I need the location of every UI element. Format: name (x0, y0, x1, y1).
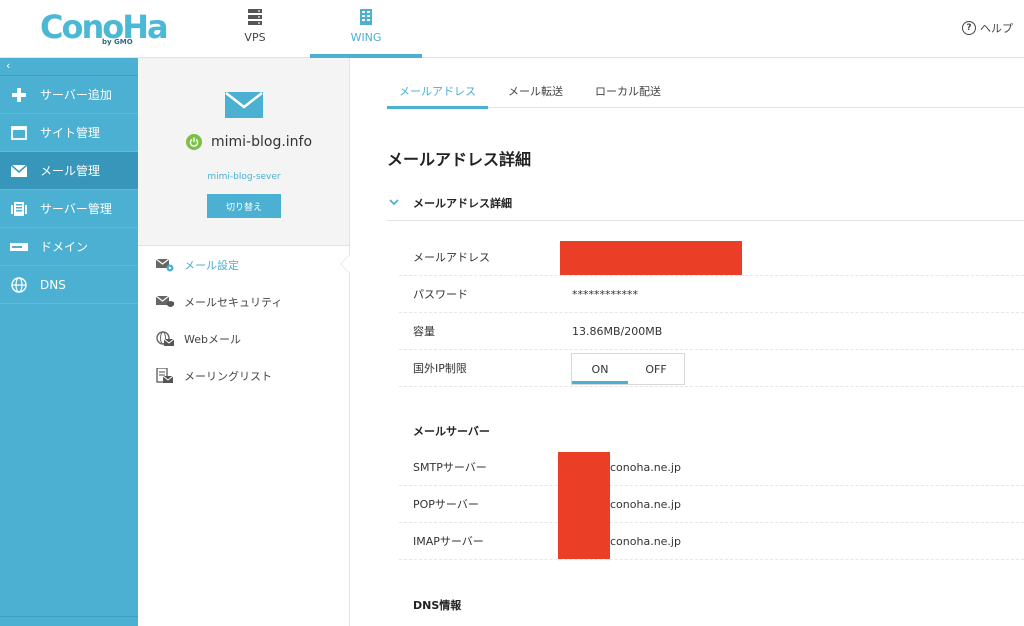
field-label: IMAPサーバー (413, 535, 484, 548)
row-foreign-ip-limit: 国外IP制限 ON OFF (399, 350, 1024, 387)
tab-mail-address[interactable]: メールアドレス (387, 74, 488, 109)
top-header: ConoHa by GMO VPS WING ? ヘルプ (0, 0, 1024, 58)
field-label: メールアドレス (413, 251, 490, 264)
tab-wing[interactable]: WING (310, 0, 422, 58)
dns-info-heading: DNS情報 (413, 599, 462, 612)
mail-settings-icon (156, 257, 174, 273)
mailing-list-icon (156, 367, 174, 384)
help-label: ヘルプ (980, 22, 1013, 35)
sidebar-item-add-server[interactable]: サーバー追加 (0, 76, 138, 114)
power-icon (186, 134, 202, 150)
toggle-off-button[interactable]: OFF (628, 354, 684, 384)
row-password: パスワード ************ (399, 276, 1024, 313)
server-info-box: mimi-blog.info mimi-blog-sever 切り替え (138, 58, 349, 246)
chevron-down-icon (387, 196, 413, 209)
redacted-block (558, 452, 610, 559)
domain-row: mimi-blog.info (186, 134, 312, 150)
envelope-icon (225, 92, 263, 118)
plus-icon (10, 87, 28, 103)
logo-sub: by GMO (102, 38, 133, 46)
row-capacity: 容量 13.86MB/200MB (399, 313, 1024, 350)
capacity-value: 13.86MB/200MB (572, 324, 663, 338)
tab-vps[interactable]: VPS (199, 0, 311, 58)
submenu-mailing-list[interactable]: メーリングリスト (138, 357, 349, 394)
question-circle-icon: ? (962, 21, 976, 35)
mail-server-heading: メールサーバー (413, 425, 490, 438)
pop-value: conoha.ne.jp (610, 497, 681, 511)
submenu-mail-security[interactable]: メールセキュリティ (138, 283, 349, 320)
conoha-logo[interactable]: ConoHa by GMO (40, 8, 169, 48)
tab-local-delivery[interactable]: ローカル配送 (583, 74, 673, 108)
row-smtp: SMTPサーバー conoha.ne.jp (399, 449, 1024, 486)
mail-submenu-panel: mimi-blog.info mimi-blog-sever 切り替え メール設… (138, 58, 350, 626)
section-toggle-mail-address-detail[interactable]: メールアドレス詳細 (387, 185, 1024, 221)
submenu-label: メーリングリスト (184, 369, 272, 383)
sidebar-item-dns[interactable]: DNS (0, 266, 138, 304)
field-label: 容量 (413, 325, 435, 338)
tab-wing-label: WING (350, 31, 382, 44)
submenu-mail-settings[interactable]: メール設定 (138, 246, 350, 283)
sidebar-item-label: サイト管理 (40, 126, 101, 140)
mail-icon (10, 163, 28, 179)
server-stack-icon (248, 9, 262, 25)
password-value: ************ (572, 287, 638, 301)
row-imap: IMAPサーバー conoha.ne.jp (399, 523, 1024, 560)
submenu-label: メール設定 (184, 258, 239, 272)
webmail-icon (156, 330, 174, 347)
sidebar-item-label: DNS (40, 277, 66, 292)
field-label: SMTPサーバー (413, 461, 487, 474)
mail-tabs: メールアドレス メール転送 ローカル配送 (387, 74, 1024, 109)
toggle-on-button[interactable]: ON (572, 354, 628, 384)
imap-value: conoha.ne.jp (610, 534, 681, 548)
sidebar-collapse-button[interactable]: ‹ (0, 58, 138, 76)
switch-button[interactable]: 切り替え (207, 194, 281, 218)
globe-icon (10, 276, 28, 293)
section-label: メールアドレス詳細 (413, 196, 512, 210)
submenu-webmail[interactable]: Webメール (138, 320, 349, 357)
tab-mail-forwarding[interactable]: メール転送 (496, 74, 575, 108)
row-pop: POPサーバー conoha.ne.jp (399, 486, 1024, 523)
row-mail-address: メールアドレス (399, 239, 1024, 276)
building-icon (360, 9, 372, 25)
sidebar-footer (0, 616, 138, 626)
sidebar-item-label: サーバー追加 (40, 88, 112, 102)
field-label: パスワード (413, 288, 468, 301)
page-title: メールアドレス詳細 (387, 150, 532, 169)
active-indicator (340, 254, 350, 274)
sidebar-item-label: サーバー管理 (40, 202, 112, 216)
sidebar-item-label: ドメイン (40, 240, 89, 254)
field-label: 国外IP制限 (413, 362, 467, 375)
main-content: メールアドレス メール転送 ローカル配送 メールアドレス詳細 メールアドレス詳細… (351, 58, 1024, 626)
smtp-value: conoha.ne.jp (610, 460, 681, 474)
sidebar: ‹ サーバー追加 サイト管理 メール管理 サーバー管理 ドメイン DNS (0, 58, 138, 626)
sidebar-item-mail-management[interactable]: メール管理 (0, 152, 138, 190)
domain-name: mimi-blog.info (211, 134, 313, 150)
tab-vps-label: VPS (244, 31, 266, 44)
server-icon (10, 201, 28, 217)
sidebar-item-server-management[interactable]: サーバー管理 (0, 190, 138, 228)
window-icon (10, 125, 28, 141)
submenu-label: Webメール (184, 332, 241, 346)
redacted-block (560, 241, 742, 275)
sidebar-item-domain[interactable]: ドメイン (0, 228, 138, 266)
sidebar-item-site-management[interactable]: サイト管理 (0, 114, 138, 152)
field-label: POPサーバー (413, 498, 479, 511)
mail-shield-icon (156, 294, 174, 310)
domain-icon (10, 239, 28, 255)
foreign-ip-toggle: ON OFF (571, 353, 685, 385)
sidebar-item-label: メール管理 (40, 164, 101, 178)
chevron-left-icon: ‹ (6, 59, 11, 72)
server-name: mimi-blog-sever (207, 172, 281, 182)
submenu-label: メールセキュリティ (184, 295, 283, 309)
help-link[interactable]: ? ヘルプ (962, 18, 1013, 38)
